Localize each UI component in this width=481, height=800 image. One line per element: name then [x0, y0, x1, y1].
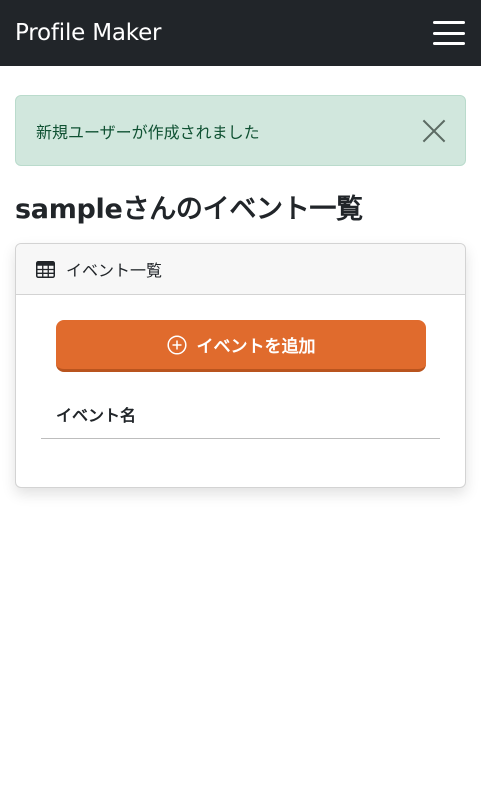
- alert-message: 新規ユーザーが作成されました: [36, 122, 260, 142]
- table-icon: [36, 260, 55, 278]
- hamburger-bar: [433, 42, 465, 45]
- brand-link[interactable]: Profile Maker: [15, 20, 161, 46]
- success-alert: 新規ユーザーが作成されました: [15, 95, 466, 166]
- hamburger-bar: [433, 31, 465, 35]
- plus-circle-icon: [166, 334, 187, 355]
- table-column-header: イベント名: [56, 406, 137, 425]
- navbar: Profile Maker: [0, 0, 481, 66]
- add-event-button[interactable]: イベントを追加: [56, 320, 426, 372]
- hamburger-icon[interactable]: [431, 18, 467, 48]
- page-title: sampleさんのイベント一覧: [15, 194, 363, 225]
- card-header: イベント一覧: [16, 244, 465, 295]
- add-event-label: イベントを追加: [196, 337, 316, 357]
- hamburger-bar: [433, 21, 465, 24]
- table-divider: [41, 438, 440, 439]
- close-icon[interactable]: [421, 118, 447, 144]
- events-card: イベント一覧 イベントを追加 イベント名: [15, 243, 466, 488]
- card-header-title: イベント一覧: [66, 261, 163, 280]
